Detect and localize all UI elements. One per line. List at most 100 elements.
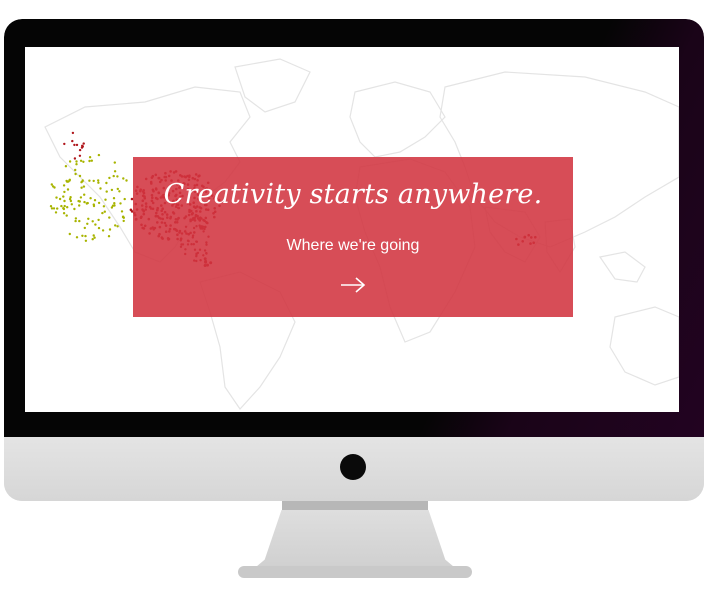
location-dot bbox=[114, 224, 117, 227]
location-dot bbox=[56, 207, 59, 210]
location-dot bbox=[81, 145, 84, 148]
location-dot bbox=[92, 234, 95, 237]
location-dot bbox=[73, 207, 76, 211]
location-dot bbox=[125, 179, 128, 182]
location-dot bbox=[99, 187, 102, 190]
location-dot bbox=[104, 198, 107, 201]
location-dot bbox=[62, 212, 66, 215]
location-dot bbox=[91, 238, 94, 241]
location-dot bbox=[68, 197, 72, 201]
location-dot bbox=[103, 210, 107, 213]
location-dot bbox=[97, 181, 100, 184]
location-dot bbox=[82, 142, 85, 145]
apple-logo-dot bbox=[340, 454, 366, 480]
hero-title: Creativity starts anywhere. bbox=[163, 179, 543, 210]
monitor-chin bbox=[4, 437, 704, 501]
location-dot bbox=[112, 174, 115, 178]
location-dot bbox=[83, 226, 86, 230]
location-dot bbox=[122, 219, 125, 223]
location-dot bbox=[94, 223, 97, 226]
location-dot bbox=[88, 179, 91, 182]
location-dot bbox=[68, 160, 72, 163]
location-dot bbox=[65, 214, 68, 217]
location-dot bbox=[90, 159, 94, 162]
location-dot bbox=[88, 156, 92, 159]
location-dot bbox=[74, 219, 77, 223]
location-dot bbox=[50, 207, 54, 210]
location-dot bbox=[97, 226, 101, 230]
location-dot bbox=[75, 236, 79, 239]
location-dot bbox=[71, 131, 75, 135]
screen: Creativity starts anywhere. Where we're … bbox=[25, 47, 679, 412]
location-dot bbox=[92, 203, 96, 206]
location-dot bbox=[81, 179, 84, 182]
location-dot bbox=[82, 160, 85, 163]
location-dot bbox=[81, 234, 84, 237]
location-dot bbox=[78, 174, 82, 178]
location-dot bbox=[78, 200, 81, 203]
location-dot bbox=[75, 143, 79, 147]
location-dot bbox=[63, 204, 66, 208]
location-dot bbox=[101, 229, 105, 232]
location-dot bbox=[75, 163, 78, 166]
location-dot bbox=[110, 188, 114, 192]
location-dot bbox=[116, 187, 120, 191]
location-dot bbox=[86, 222, 89, 225]
location-dot bbox=[64, 165, 68, 168]
location-dot bbox=[111, 204, 115, 207]
location-dot bbox=[112, 197, 116, 200]
location-dot bbox=[105, 190, 108, 193]
location-dot bbox=[97, 218, 100, 222]
location-dot bbox=[55, 196, 58, 199]
location-dot bbox=[60, 204, 63, 208]
location-dot bbox=[113, 170, 117, 173]
location-dot bbox=[75, 160, 78, 163]
location-dot bbox=[85, 202, 88, 205]
location-dot bbox=[119, 202, 122, 205]
location-dot bbox=[102, 205, 106, 208]
location-dot bbox=[93, 236, 96, 239]
location-dot bbox=[54, 211, 58, 214]
location-dot bbox=[101, 211, 104, 215]
location-dot bbox=[65, 179, 68, 183]
imac-mockup: Creativity starts anywhere. Where we're … bbox=[0, 0, 710, 593]
location-dot bbox=[92, 179, 95, 183]
monitor-stand bbox=[250, 510, 460, 572]
location-dot bbox=[122, 215, 125, 218]
location-dot bbox=[79, 159, 83, 162]
location-dot bbox=[89, 197, 92, 200]
location-dot bbox=[62, 195, 65, 198]
location-dot bbox=[91, 220, 94, 223]
where-were-going-link[interactable]: Where we're going bbox=[133, 237, 573, 255]
location-dot bbox=[62, 184, 66, 187]
location-dot bbox=[108, 216, 111, 219]
location-dot bbox=[74, 217, 78, 220]
location-dot bbox=[66, 206, 69, 209]
location-dot bbox=[73, 143, 76, 147]
location-dot bbox=[83, 193, 86, 196]
location-dot bbox=[68, 232, 71, 236]
location-dot bbox=[50, 183, 53, 186]
location-dot bbox=[82, 185, 86, 188]
location-dot bbox=[78, 204, 81, 207]
location-dot bbox=[118, 190, 121, 193]
location-dot bbox=[80, 186, 83, 189]
location-dot bbox=[120, 210, 124, 213]
location-dot bbox=[78, 148, 82, 152]
location-dot bbox=[63, 190, 66, 194]
location-dot bbox=[84, 234, 87, 238]
location-dot bbox=[68, 179, 71, 182]
location-dot bbox=[97, 153, 101, 157]
location-dot bbox=[73, 157, 77, 160]
location-dot bbox=[93, 199, 97, 202]
location-dot bbox=[107, 235, 111, 238]
location-dot bbox=[70, 203, 73, 206]
location-dot bbox=[105, 181, 108, 185]
location-dot bbox=[78, 219, 81, 223]
arrow-right-icon[interactable] bbox=[340, 276, 366, 294]
location-dot bbox=[63, 199, 66, 203]
location-dot bbox=[62, 207, 66, 211]
location-dot bbox=[87, 217, 90, 220]
location-dot bbox=[116, 225, 119, 228]
location-dot bbox=[84, 239, 88, 242]
